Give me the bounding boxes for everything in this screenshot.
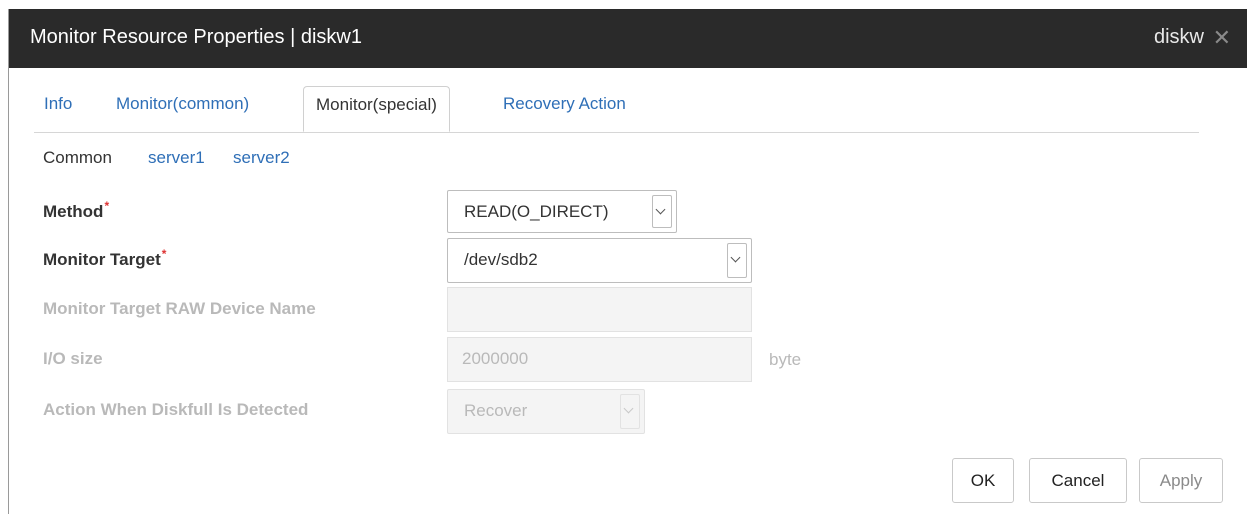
io-size-unit: byte	[769, 350, 802, 369]
chevron-down-icon	[730, 252, 741, 263]
diskfull-action-label: Action When Diskfull Is Detected	[43, 400, 309, 419]
raw-device-input[interactable]	[447, 287, 752, 332]
dialog-title: Monitor Resource Properties | diskw1	[30, 26, 362, 48]
chevron-down-icon	[623, 403, 634, 414]
tab-bar: Info Monitor(common) Monitor(special) Re…	[34, 86, 1199, 133]
properties-dialog: Monitor Resource Properties | diskw1 dis…	[8, 9, 1247, 514]
diskfull-action-select[interactable]: Recover	[447, 389, 645, 434]
required-mark: *	[161, 247, 167, 261]
monitor-target-dropdown-arrow[interactable]	[727, 243, 747, 278]
tab-monitor-common[interactable]: Monitor(common)	[116, 94, 249, 114]
raw-device-label: Monitor Target RAW Device Name	[43, 299, 316, 318]
apply-button[interactable]: Apply	[1139, 458, 1223, 503]
monitor-target-value: /dev/sdb2	[464, 250, 538, 269]
required-mark: *	[104, 199, 110, 213]
server-tab-common[interactable]: Common	[43, 148, 112, 168]
close-icon[interactable]: ✕	[1213, 25, 1231, 51]
monitor-target-select[interactable]: /dev/sdb2	[447, 238, 752, 283]
io-size-label: I/O size	[43, 349, 103, 368]
tab-info[interactable]: Info	[44, 94, 72, 114]
title-bar: Monitor Resource Properties | diskw1 dis…	[9, 9, 1247, 68]
diskfull-action-value: Recover	[464, 401, 528, 420]
chevron-down-icon	[655, 204, 666, 215]
method-select[interactable]: READ(O_DIRECT)	[447, 190, 677, 233]
server-tab-server2[interactable]: server2	[233, 148, 290, 168]
diskfull-action-dropdown-arrow[interactable]	[620, 394, 640, 429]
tab-monitor-special[interactable]: Monitor(special)	[303, 86, 450, 132]
io-size-value: 2000000	[462, 349, 529, 368]
io-size-input[interactable]: 2000000	[447, 337, 752, 382]
ok-button[interactable]: OK	[952, 458, 1014, 503]
server-tab-server1[interactable]: server1	[148, 148, 205, 168]
method-dropdown-arrow[interactable]	[652, 195, 672, 228]
monitor-target-label: Monitor Target*	[43, 247, 167, 269]
cancel-button[interactable]: Cancel	[1029, 458, 1127, 503]
method-value: READ(O_DIRECT)	[464, 202, 609, 221]
tab-recovery-action[interactable]: Recovery Action	[503, 94, 626, 114]
resource-type-label: diskw	[1153, 26, 1204, 48]
method-label: Method*	[43, 199, 110, 221]
